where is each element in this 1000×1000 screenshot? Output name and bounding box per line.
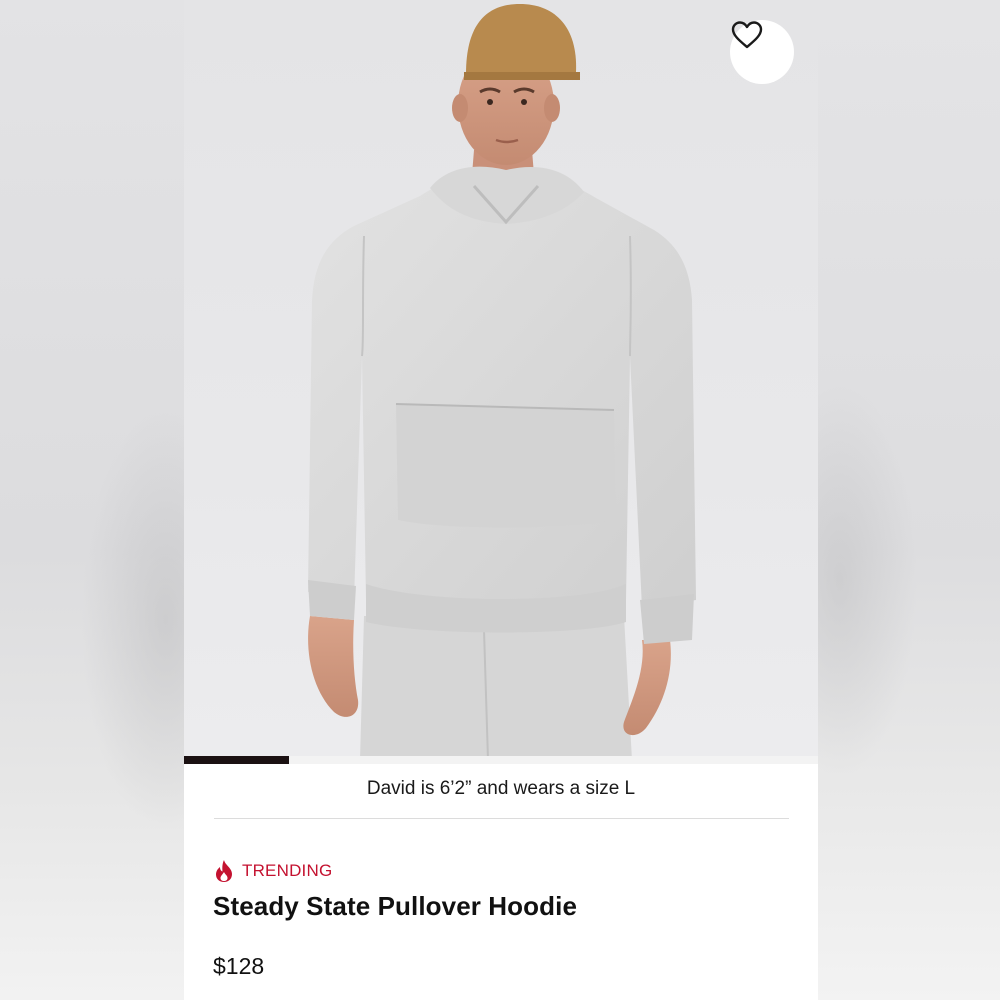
flame-icon	[216, 860, 232, 882]
trending-badge: TRENDING	[214, 858, 332, 884]
product-title: Steady State Pullover Hoodie	[213, 891, 578, 921]
favorite-button[interactable]	[730, 20, 794, 84]
gallery-progress-fill	[184, 756, 290, 764]
background-blur-right	[818, 0, 1000, 1000]
product-image[interactable]	[184, 0, 818, 760]
product-price: $128	[213, 953, 265, 979]
heart-outline-icon	[731, 21, 763, 49]
product-card: David is 6’2” and wears a size L TRENDIN…	[184, 0, 818, 1000]
model-size-caption: David is 6’2” and wears a size L	[366, 778, 636, 799]
divider	[214, 818, 789, 819]
gallery-progress-bar	[184, 756, 818, 764]
trending-label: TRENDING	[242, 861, 333, 880]
product-photo-illustration	[308, 4, 696, 760]
background-blur-left	[0, 0, 184, 1000]
